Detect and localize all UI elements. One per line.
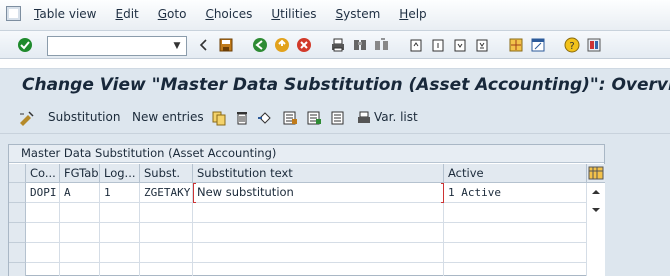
column-header-substitution-text[interactable]: Substitution text bbox=[193, 164, 444, 183]
find-next-icon[interactable] bbox=[374, 37, 390, 53]
last-page-icon[interactable] bbox=[474, 37, 490, 53]
empty-cell[interactable] bbox=[100, 243, 140, 263]
column-header-company[interactable]: Co... bbox=[26, 164, 60, 183]
exit-icon[interactable] bbox=[274, 37, 290, 53]
scroll-up-icon[interactable] bbox=[587, 186, 605, 198]
print-list-icon[interactable] bbox=[356, 110, 372, 126]
next-page-icon[interactable] bbox=[452, 37, 468, 53]
deselect-all-icon[interactable] bbox=[330, 110, 346, 126]
empty-cell[interactable] bbox=[26, 223, 60, 243]
application-toolbar: Substitution New entries Var. list bbox=[0, 101, 670, 134]
first-page-icon[interactable] bbox=[408, 37, 424, 53]
copy-icon[interactable] bbox=[211, 110, 227, 126]
menu-help[interactable]: Help bbox=[399, 7, 426, 21]
content-area: Master Data Substitution (Asset Accounti… bbox=[0, 134, 670, 276]
column-header-fgtab[interactable]: FGTab bbox=[60, 164, 100, 183]
standard-toolbar: ▼ ? bbox=[0, 31, 670, 59]
cell-active[interactable]: 1 Active bbox=[444, 183, 587, 203]
empty-cell[interactable] bbox=[60, 263, 100, 276]
back-nav-icon[interactable] bbox=[196, 37, 212, 53]
row-selector[interactable] bbox=[9, 223, 26, 243]
page-title: Change View "Master Data Substitution (A… bbox=[22, 75, 670, 95]
var-list-button[interactable]: Var. list bbox=[374, 110, 418, 124]
create-session-icon[interactable] bbox=[508, 37, 524, 53]
cell-log[interactable]: 1 bbox=[100, 183, 140, 203]
menu-bar: Table view Edit Goto Choices Utilities S… bbox=[0, 0, 670, 31]
empty-cell[interactable] bbox=[444, 243, 587, 263]
column-header-active[interactable]: Active bbox=[444, 164, 587, 183]
empty-cell[interactable] bbox=[193, 203, 444, 223]
empty-cell[interactable] bbox=[26, 243, 60, 263]
empty-cell[interactable] bbox=[60, 243, 100, 263]
shortcut-icon[interactable] bbox=[530, 37, 546, 53]
menu-edit[interactable]: Edit bbox=[115, 7, 138, 21]
command-field[interactable]: ▼ bbox=[47, 36, 187, 56]
empty-cell[interactable] bbox=[60, 223, 100, 243]
menu-system[interactable]: System bbox=[336, 7, 381, 21]
cell-substitution-text[interactable]: New substitution bbox=[193, 183, 444, 203]
svg-text:?: ? bbox=[569, 41, 574, 52]
input-marker-right bbox=[441, 183, 444, 203]
empty-cell[interactable] bbox=[100, 223, 140, 243]
cell-company[interactable]: DOPI bbox=[26, 183, 60, 203]
empty-cell[interactable] bbox=[193, 223, 444, 243]
row-selector[interactable] bbox=[9, 243, 26, 263]
menu: Table view Edit Goto Choices Utilities S… bbox=[34, 7, 446, 21]
select-block-icon[interactable] bbox=[306, 110, 322, 126]
title-bar: Change View "Master Data Substitution (A… bbox=[0, 68, 670, 101]
cell-fgtab[interactable]: A bbox=[60, 183, 100, 203]
find-icon[interactable] bbox=[352, 37, 368, 53]
back-icon[interactable] bbox=[252, 37, 268, 53]
save-icon[interactable] bbox=[218, 37, 234, 53]
empty-cell[interactable] bbox=[26, 263, 60, 276]
row-selector[interactable] bbox=[9, 263, 26, 276]
substitution-icon[interactable] bbox=[18, 110, 36, 126]
command-dropdown-icon[interactable]: ▼ bbox=[170, 38, 184, 54]
input-marker-left bbox=[193, 183, 196, 203]
table-control: Master Data Substitution (Asset Accounti… bbox=[8, 144, 605, 276]
menu-choices[interactable]: Choices bbox=[205, 7, 252, 21]
substitution-button[interactable]: Substitution bbox=[48, 110, 120, 124]
column-header-subst[interactable]: Subst. bbox=[140, 164, 193, 183]
print-icon[interactable] bbox=[330, 37, 346, 53]
previous-page-icon[interactable] bbox=[430, 37, 446, 53]
row-selector[interactable] bbox=[9, 183, 26, 203]
column-header-log[interactable]: Log... bbox=[100, 164, 140, 183]
row-selector[interactable] bbox=[9, 203, 26, 223]
empty-cell[interactable] bbox=[26, 203, 60, 223]
vertical-scrollbar[interactable] bbox=[587, 183, 605, 276]
empty-cell[interactable] bbox=[140, 243, 193, 263]
scroll-down-icon[interactable] bbox=[587, 204, 605, 216]
table-settings-icon bbox=[588, 166, 604, 180]
select-all-icon[interactable] bbox=[282, 110, 298, 126]
menu-goto[interactable]: Goto bbox=[158, 7, 187, 21]
cell-subst[interactable]: ZGETAKY bbox=[140, 183, 193, 203]
empty-cell[interactable] bbox=[193, 243, 444, 263]
layout-menu-icon[interactable] bbox=[586, 37, 602, 53]
empty-cell[interactable] bbox=[100, 203, 140, 223]
empty-cell[interactable] bbox=[60, 203, 100, 223]
cancel-icon[interactable] bbox=[296, 37, 312, 53]
delete-icon[interactable] bbox=[234, 110, 250, 126]
undo-change-icon[interactable] bbox=[257, 110, 273, 126]
empty-cell[interactable] bbox=[140, 263, 193, 276]
empty-cell[interactable] bbox=[444, 263, 587, 276]
empty-cell[interactable] bbox=[193, 263, 444, 276]
empty-cell[interactable] bbox=[444, 223, 587, 243]
empty-cell[interactable] bbox=[140, 203, 193, 223]
column-settings-icon[interactable] bbox=[587, 164, 605, 183]
system-menu-icon[interactable] bbox=[6, 6, 21, 21]
select-all-cell[interactable] bbox=[9, 164, 26, 183]
enter-icon[interactable] bbox=[17, 37, 33, 53]
help-icon[interactable]: ? bbox=[564, 37, 580, 53]
empty-cell[interactable] bbox=[100, 263, 140, 276]
empty-cell[interactable] bbox=[444, 203, 587, 223]
empty-cell[interactable] bbox=[140, 223, 193, 243]
menu-utilities[interactable]: Utilities bbox=[271, 7, 316, 21]
menu-table-view[interactable]: Table view bbox=[34, 7, 96, 21]
new-entries-button[interactable]: New entries bbox=[132, 110, 204, 124]
table-title: Master Data Substitution (Asset Accounti… bbox=[9, 145, 604, 163]
